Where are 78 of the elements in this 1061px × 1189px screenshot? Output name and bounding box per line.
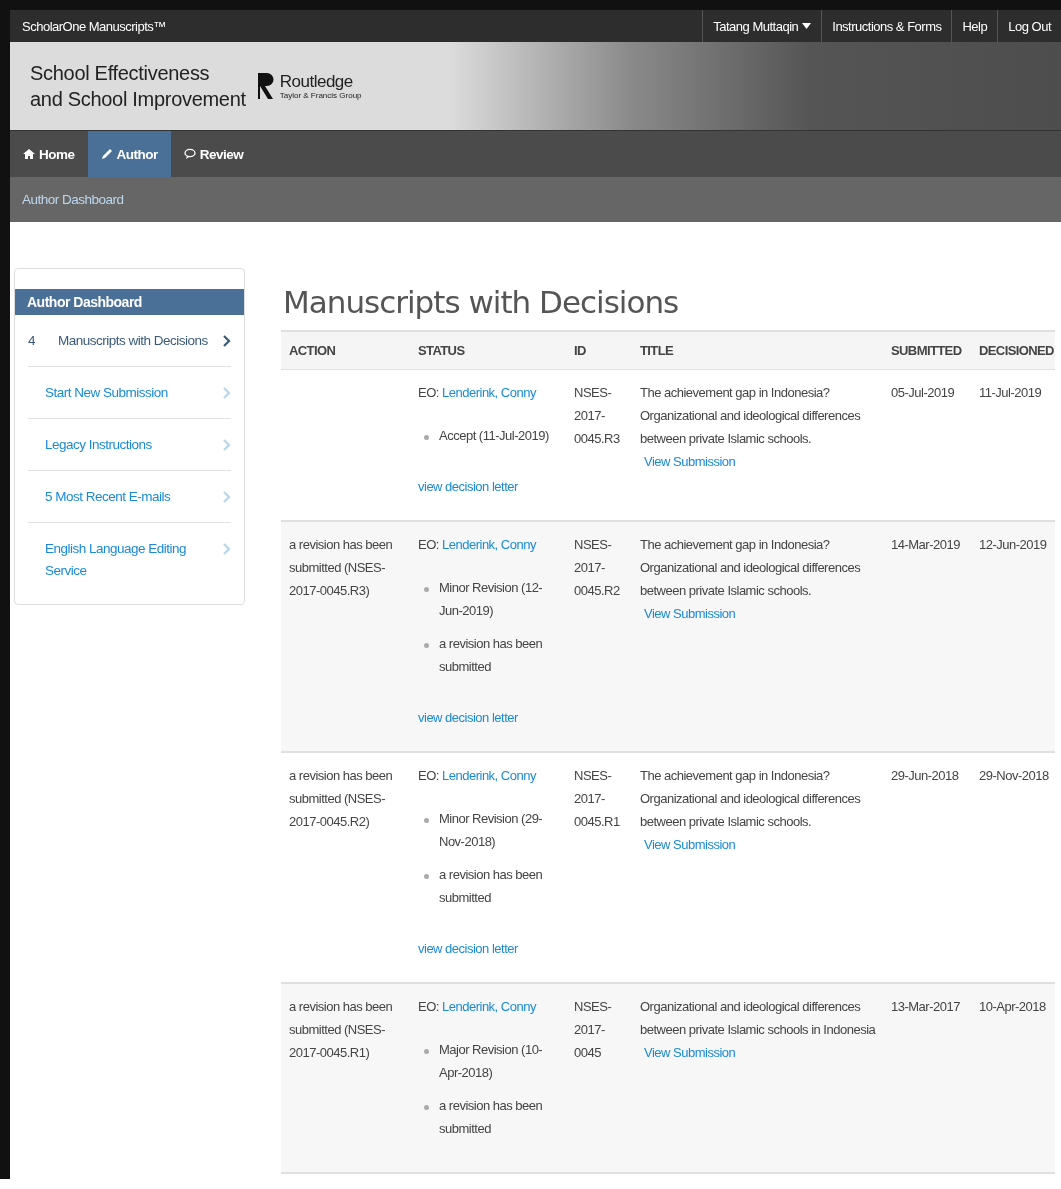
action-text: a revision has been submitted (NSES-2017-0045.R2) [289,768,393,829]
publisher-logo-icon [255,71,276,101]
sidebar-title: Author Dashboard [15,289,244,315]
decision-letter-link[interactable]: view decision letter [418,475,518,498]
sidebar-item[interactable]: English Language Editing Service [28,523,231,596]
sidebar-item[interactable]: 4 Manuscripts with Decisions [28,315,231,367]
status-item: a revision has been submitted [439,635,544,676]
date-text: 13-Mar-2017 [891,999,960,1014]
manuscript-title: Organizational and ideological differences between private Islamic schools in Indonesia [640,998,877,1039]
nav-tab[interactable]: Home [10,131,88,177]
sidebar-item[interactable]: 5 Most Recent E-mails [28,471,231,523]
date-text: 11-Jul-2019 [979,385,1042,400]
editor-link[interactable]: Lenderink, Conny [442,999,536,1014]
bullet-icon [424,1105,429,1110]
date-text: 14-Mar-2019 [891,537,960,552]
bullet-icon [424,643,429,648]
sidebar-item[interactable]: Legacy Instructions [28,419,231,471]
manuscript-title: The achievement gap in Indonesia? Organizational and ideological differences between private Islamic schools. [640,767,862,831]
decision-letter-link[interactable]: view decision letter [418,937,518,960]
publisher-name: Routledge [279,72,354,91]
column-header: DECISIONED [971,330,1055,370]
status-item: Accept (11-Jul-2019) [439,427,549,445]
chevron-icon [223,387,231,399]
bullet-icon [424,1049,429,1054]
manuscript-id: NSES-2017-0045.R1 [574,767,621,831]
status-item: Minor Revision (29-Nov-2018) [439,810,544,851]
journal-title: School Effectiveness and School Improvement [30,61,246,112]
chevron-icon [223,543,231,555]
editor-link[interactable]: Lenderink, Conny [442,537,536,552]
bullet-icon [424,818,429,823]
bullet-icon [424,587,429,592]
publisher-group: Taylor & Francis Group [279,90,362,100]
bullet-icon [424,874,429,879]
column-header: SUBMITTED [883,330,971,370]
column-header: ID [566,330,632,370]
chevron-icon [223,335,231,347]
editor-link[interactable]: Lenderink, Conny [442,768,536,783]
pencil-icon [100,148,113,160]
status-label: EO: [418,768,440,783]
editor-link[interactable]: Lenderink, Conny [442,385,536,400]
date-text: 29-Nov-2018 [979,768,1049,783]
date-text: 29-Jun-2018 [891,768,959,783]
brand-name: ScholarOne Manuscripts™ [21,18,167,34]
column-header: TITLE [632,330,883,370]
manuscript-id: NSES-2017-0045.R2 [574,536,621,600]
manuscript-id: NSES-2017-0045.R3 [574,384,621,448]
column-header: STATUS [410,330,566,370]
view-submission-link[interactable]: View Submission [644,606,736,621]
decision-letter-link[interactable]: view decision letter [418,706,518,729]
page-heading: Manuscripts with Decisions [283,284,680,320]
view-submission-link[interactable]: View Submission [644,1045,736,1060]
breadcrumb[interactable]: Author Dashboard [22,192,124,207]
manuscript-title: The achievement gap in Indonesia? Organizational and ideological differences between private Islamic schools. [640,536,862,600]
view-submission-link[interactable]: View Submission [644,454,736,469]
nav-tab[interactable]: Author [87,131,171,177]
status-item: Minor Revision (12-Jun-2019) [439,579,544,620]
home-icon [23,148,35,160]
date-text: 10-Apr-2018 [979,999,1046,1014]
status-item: a revision has been submitted [439,1097,544,1138]
bullet-icon [424,435,429,440]
view-submission-link[interactable]: View Submission [644,837,736,852]
manuscript-id: NSES-2017-0045 [574,998,613,1062]
column-header: ACTION [281,330,410,370]
date-text: 12-Jun-2019 [979,537,1047,552]
chevron-icon [223,491,231,503]
sidebar-item[interactable]: Start New Submission [28,367,231,419]
date-text: 05-Jul-2019 [891,385,955,400]
status-label: EO: [418,537,440,552]
status-label: EO: [418,385,440,400]
status-label: EO: [418,999,440,1014]
status-item: Major Revision (10-Apr-2018) [439,1041,544,1082]
speech-bubble-icon [183,148,196,160]
nav-tab[interactable]: Review [170,131,257,177]
action-text: a revision has been submitted (NSES-2017-0045.R3) [289,537,393,598]
action-text: a revision has been submitted (NSES-2017-0045.R1) [289,999,393,1060]
chevron-icon [223,439,231,451]
manuscript-title: The achievement gap in Indonesia? Organizational and ideological differences between private Islamic schools. [640,384,862,448]
status-item: a revision has been submitted [439,866,544,907]
